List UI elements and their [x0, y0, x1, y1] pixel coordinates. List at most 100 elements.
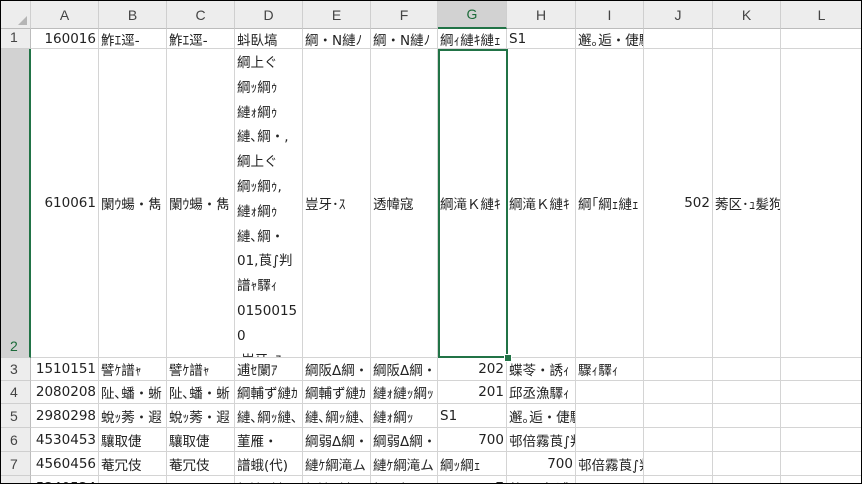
cell-k5[interactable] [713, 404, 781, 428]
cell-b2[interactable]: 闌ｳ蝪・雋 [99, 49, 167, 358]
cell-l7[interactable] [781, 452, 861, 476]
cell-k6[interactable] [713, 428, 781, 452]
cell-d5[interactable]: 縺､綱ｯ縺､ [235, 404, 303, 428]
cell-e2[interactable]: 豈牙･ｽ [303, 49, 371, 358]
cell-c4[interactable]: 阯､蟠・蜥 [167, 381, 235, 404]
cell-d6[interactable]: 菫雁・ [235, 428, 303, 452]
cell-c2[interactable]: 闌ｳ蝪・雋 [167, 49, 235, 358]
cell-i3[interactable]: 驟ｨ驛ｨ [576, 358, 644, 381]
cell-b1[interactable]: 鮓ｴ逕- [99, 29, 167, 49]
row-header-7[interactable]: 7 [1, 452, 31, 476]
column-header-b[interactable]: B [99, 1, 167, 29]
cell-d2[interactable]: 綱上ぐ 綱ｯ綱ｩ 縺ｫ綱ｩ 縺､綱・, 綱上ぐ 綱ｯ綱ｩ, 縺ｫ綱ｩ 縺､綱・ … [235, 49, 303, 358]
cell-f5[interactable]: 縺ｫ綱ｯ [371, 404, 438, 428]
cell-c7[interactable]: 菴冗伎 [167, 452, 235, 476]
cell-i2[interactable]: 綱｢綱ｪ縺ｪ [576, 49, 644, 358]
cell-h4[interactable]: 邱丞漁驛ｨ [507, 381, 576, 404]
cell-f4[interactable]: 縺ｫ縺ｯ綱ｯ [371, 381, 438, 404]
row-header-6[interactable]: 6 [1, 428, 31, 452]
cell-f7[interactable]: 縺ｹ綱滝ム [371, 452, 438, 476]
cell-l3[interactable] [781, 358, 861, 381]
column-header-j[interactable]: J [644, 1, 713, 29]
cell-e3[interactable]: 綱阪Δ綱・ [303, 358, 371, 381]
cell-i8[interactable] [576, 476, 644, 483]
cell-i1[interactable]: 邂｡逅・倢驛ｨ [576, 29, 644, 49]
cell-j4[interactable] [644, 381, 713, 404]
cell-a3[interactable]: 1510151 [31, 358, 99, 381]
column-header-i[interactable]: I [576, 1, 644, 29]
row-header-8[interactable]: 8 [1, 476, 31, 483]
cell-d8[interactable]: 綱滝ｵ縺ｷ [235, 476, 303, 483]
cell-k4[interactable] [713, 381, 781, 404]
cell-b4[interactable]: 阯､蟠・蜥 [99, 381, 167, 404]
cell-d3[interactable]: 逋ｾ闌ｱ [235, 358, 303, 381]
cell-a6[interactable]: 4530453 [31, 428, 99, 452]
cell-g8[interactable]: 7 [438, 476, 507, 483]
cell-h8[interactable]: 螯ｹ・邦逋ｶ逅 [507, 476, 576, 483]
cell-h1[interactable]: S1 [507, 29, 576, 49]
cell-f8[interactable]: 綱・綱ｪ [371, 476, 438, 483]
cell-d1[interactable]: 蚪臥塙 [235, 29, 303, 49]
cell-h3[interactable]: 蝶苓・誘ｨ [507, 358, 576, 381]
cell-e7[interactable]: 縺ｹ綱滝ム [303, 452, 371, 476]
cell-f1[interactable]: 綱・N縺ﾉ [371, 29, 438, 49]
column-header-f[interactable]: F [371, 1, 438, 29]
row-header-4[interactable]: 4 [1, 381, 31, 404]
cell-c8[interactable]: 逕ｲ [167, 476, 235, 483]
cell-b8[interactable]: 逕ｲ [99, 476, 167, 483]
row-header-3[interactable]: 3 [1, 358, 31, 381]
cell-b6[interactable]: 驤取倢 [99, 428, 167, 452]
cell-i4[interactable] [576, 381, 644, 404]
cell-e6[interactable]: 綱弱Δ綱・ [303, 428, 371, 452]
cell-i6[interactable] [576, 428, 644, 452]
cell-g2[interactable]: 綱滝Ｋ縺ｷ [438, 49, 507, 358]
column-header-a[interactable]: A [31, 1, 99, 29]
cell-d7[interactable]: 譜蛾(代) [235, 452, 303, 476]
cell-h5[interactable]: 邂｡逅・倢驛ｨ [507, 404, 576, 428]
cell-b5[interactable]: 蛻ｯ莠・遐 [99, 404, 167, 428]
cell-k7[interactable] [713, 452, 781, 476]
row-header-1[interactable]: 1 [1, 29, 31, 49]
cell-k3[interactable] [713, 358, 781, 381]
cell-a1[interactable]: 160016 [31, 29, 99, 49]
cell-d4[interactable]: 綱輔ず縺ｶ [235, 381, 303, 404]
cell-a4[interactable]: 2080208 [31, 381, 99, 404]
column-header-g[interactable]: G [438, 1, 507, 29]
cell-i7[interactable]: 邨倍霧莨∫判驛ｨ・・ [576, 452, 644, 476]
row-header-2[interactable]: 2 [1, 49, 31, 358]
cell-k2[interactable]: 莠区･ｭ髪狗匿驛ｨ [713, 49, 781, 358]
cell-l5[interactable] [781, 404, 861, 428]
row-header-5[interactable]: 5 [1, 404, 31, 428]
cell-f2[interactable]: 透幃寇 [371, 49, 438, 358]
cell-j8[interactable] [644, 476, 713, 483]
column-header-d[interactable]: D [235, 1, 303, 29]
cell-j2[interactable]: 502 [644, 49, 713, 358]
cell-g3[interactable]: 202 [438, 358, 507, 381]
cell-k8[interactable] [713, 476, 781, 483]
cell-l1[interactable] [781, 29, 861, 49]
cell-g5[interactable]: S1 [438, 404, 507, 428]
cell-j3[interactable] [644, 358, 713, 381]
cell-k1[interactable] [713, 29, 781, 49]
cell-l8[interactable] [781, 476, 861, 483]
cell-j1[interactable] [644, 29, 713, 49]
cell-c1[interactable]: 鮓ｴ逕- [167, 29, 235, 49]
cell-e1[interactable]: 綱・N縺ﾉ [303, 29, 371, 49]
cell-e4[interactable]: 綱輔ず縺ｶ [303, 381, 371, 404]
cell-g1[interactable]: 綱ｨ縺ｷ縺ｪ [438, 29, 507, 49]
cell-l4[interactable] [781, 381, 861, 404]
cell-g4[interactable]: 201 [438, 381, 507, 404]
cell-c5[interactable]: 蛻ｯ莠・遐 [167, 404, 235, 428]
column-header-c[interactable]: C [167, 1, 235, 29]
cell-l2[interactable] [781, 49, 861, 358]
cell-g7[interactable]: 綱ｯ綱ｪ [438, 452, 507, 476]
cell-b3[interactable]: 譬ｹ譜ｬ [99, 358, 167, 381]
cell-i5[interactable] [576, 404, 644, 428]
spreadsheet-grid[interactable]: A B C D E F G H I J K L 1 160016 鮓ｴ逕- 鮓ｴ逕- 蚪臥塙 綱・N縺ﾉ 綱・N縺ﾉ… [0, 0, 862, 484]
cell-b7[interactable]: 菴冗伎 [99, 452, 167, 476]
cell-f6[interactable]: 綱弱Δ綱・ [371, 428, 438, 452]
cell-h7[interactable]: 700 [507, 452, 576, 476]
column-header-k[interactable]: K [713, 1, 781, 29]
cell-c3[interactable]: 譬ｹ譜ｬ [167, 358, 235, 381]
cell-a7[interactable]: 4560456 [31, 452, 99, 476]
